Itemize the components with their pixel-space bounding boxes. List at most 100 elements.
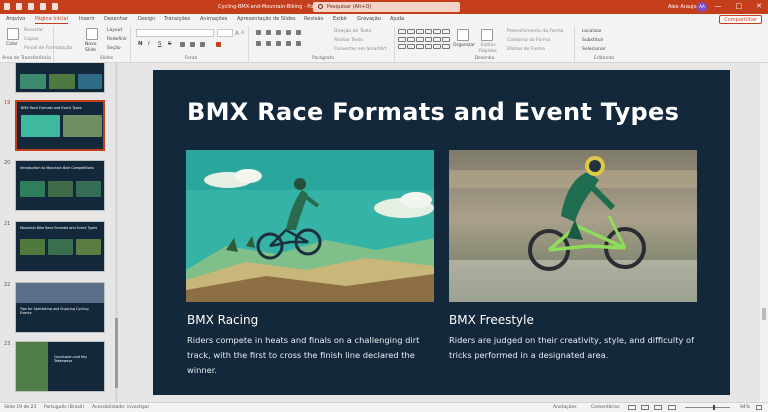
font-size-select[interactable]: [217, 29, 233, 37]
minimize-button[interactable]: —: [715, 3, 722, 10]
paste-icon[interactable]: [7, 28, 19, 40]
language-indicator[interactable]: Português (Brasil): [44, 405, 84, 410]
tab-desenhar[interactable]: Desenhar: [104, 16, 128, 22]
thumbnail-image[interactable]: Conclusion and Key Takeaways: [15, 341, 105, 392]
zoom-slider[interactable]: [685, 407, 730, 408]
tab-pagina-inicial[interactable]: Página Inicial: [35, 16, 68, 24]
new-slide-label-1[interactable]: Novo: [85, 42, 97, 47]
tab-transicoes[interactable]: Transições: [164, 16, 190, 22]
underline-button[interactable]: S: [158, 41, 162, 47]
present-icon[interactable]: [52, 3, 58, 10]
thumbnail-image[interactable]: Tips for Spectating and Enjoying Cycling…: [15, 282, 105, 333]
slide-sorter-icon[interactable]: [641, 405, 649, 410]
align-right-icon[interactable]: [276, 41, 281, 46]
strikethrough-button[interactable]: S: [168, 41, 172, 47]
bmx-racing-image[interactable]: [186, 150, 434, 302]
redo-icon[interactable]: [40, 3, 46, 10]
bmx-racing-heading[interactable]: BMX Racing: [187, 313, 258, 327]
share-button[interactable]: Compartilhar: [719, 15, 762, 24]
copy-button[interactable]: Copiar: [24, 37, 39, 42]
slide-title[interactable]: BMX Race Formats and Event Types: [187, 98, 679, 126]
thumbnail-image[interactable]: BMX Race Formats and Event Types: [15, 100, 105, 151]
quick-styles-label-2[interactable]: Rápidos: [479, 49, 497, 54]
shape-outline-button[interactable]: Contorno da Forma: [507, 38, 550, 43]
tab-arquivo[interactable]: Arquivo: [6, 16, 25, 22]
normal-view-icon[interactable]: [628, 405, 636, 410]
bullets-icon[interactable]: [256, 30, 261, 35]
grow-font-button[interactable]: A: [235, 30, 239, 37]
arrange-button[interactable]: Organizar: [453, 43, 475, 48]
line-spacing-icon[interactable]: [296, 30, 301, 35]
find-button[interactable]: Localizar: [582, 29, 602, 34]
shadow-icon[interactable]: [180, 42, 185, 47]
arrange-icon[interactable]: [457, 29, 469, 41]
increase-indent-icon[interactable]: [286, 30, 291, 35]
fit-to-window-icon[interactable]: [756, 405, 762, 410]
user-name[interactable]: Alex Araujo: [668, 4, 697, 10]
justify-icon[interactable]: [286, 41, 291, 46]
autosave-icon[interactable]: [4, 3, 10, 10]
bmx-freestyle-description[interactable]: Riders are judged on their creativity, s…: [449, 333, 704, 363]
tab-gravacao[interactable]: Gravação: [357, 16, 381, 22]
paste-label[interactable]: Colar: [6, 42, 18, 47]
replace-button[interactable]: Substituir: [582, 38, 604, 43]
shrink-font-button[interactable]: A: [241, 31, 244, 36]
save-icon[interactable]: [16, 3, 22, 10]
layout-button[interactable]: Layout: [107, 28, 122, 33]
bmx-freestyle-image[interactable]: [449, 150, 697, 302]
smartart-button[interactable]: Converter em SmartArt: [334, 47, 387, 52]
bold-button[interactable]: N: [138, 41, 143, 47]
select-button[interactable]: Selecionar: [582, 47, 606, 52]
align-center-icon[interactable]: [266, 41, 271, 46]
case-icon[interactable]: [200, 42, 205, 47]
bmx-freestyle-heading[interactable]: BMX Freestyle: [449, 313, 534, 327]
editor-scrollbar-thumb[interactable]: [762, 308, 766, 320]
section-button[interactable]: Seção: [107, 46, 121, 51]
tab-ajuda[interactable]: Ajuda: [390, 16, 404, 22]
thumbnail-image[interactable]: Mountain Bike Race Formats and Event Typ…: [15, 221, 105, 272]
zoom-level[interactable]: 94%: [740, 405, 750, 410]
search-box[interactable]: Pesquisar (Alt+Q): [313, 2, 460, 12]
tab-revisao[interactable]: Revisão: [304, 16, 323, 22]
decrease-indent-icon[interactable]: [276, 30, 281, 35]
tab-apresentacao[interactable]: Apresentação de Slides: [237, 16, 296, 22]
zoom-slider-handle[interactable]: [713, 405, 715, 410]
quick-styles-icon[interactable]: [481, 29, 493, 41]
new-slide-icon[interactable]: [86, 28, 98, 40]
quick-styles-label-1[interactable]: Estilos: [481, 43, 496, 48]
thumbnail-image[interactable]: Introduction to Mountain Bike Competitio…: [15, 160, 105, 211]
avatar[interactable]: AA: [697, 2, 707, 12]
undo-icon[interactable]: [28, 3, 34, 10]
cut-button[interactable]: Recortar: [24, 28, 43, 33]
close-button[interactable]: ✕: [756, 3, 762, 10]
reading-view-icon[interactable]: [654, 405, 662, 410]
new-slide-label-2[interactable]: Slide: [85, 48, 96, 53]
align-text-button[interactable]: Alinhar Texto: [334, 38, 363, 43]
reset-button[interactable]: Redefinir: [107, 37, 127, 42]
numbering-icon[interactable]: [266, 30, 271, 35]
shapes-gallery[interactable]: [398, 29, 450, 51]
slide-canvas[interactable]: BMX Race Formats and Event Types BMX Rac…: [153, 70, 730, 395]
comments-button[interactable]: Comentários: [591, 405, 620, 410]
tab-design[interactable]: Design: [138, 16, 155, 22]
shape-effects-button[interactable]: Efeitos de Forma: [507, 47, 545, 52]
italic-button[interactable]: I: [148, 41, 150, 47]
align-left-icon[interactable]: [256, 41, 261, 46]
tab-animacoes[interactable]: Animações: [200, 16, 227, 22]
tab-inserir[interactable]: Inserir: [79, 16, 95, 22]
accessibility-indicator[interactable]: Acessibilidade: investigar: [92, 405, 149, 410]
slideshow-icon[interactable]: [668, 405, 676, 410]
tab-exibir[interactable]: Exibir: [333, 16, 347, 22]
font-name-select[interactable]: [136, 29, 214, 37]
notes-button[interactable]: Anotações: [553, 405, 577, 410]
columns-icon[interactable]: [296, 41, 301, 46]
font-color-icon[interactable]: [216, 42, 221, 47]
bmx-racing-description[interactable]: Riders compete in heats and finals on a …: [187, 333, 442, 378]
maximize-button[interactable]: □: [736, 3, 743, 10]
shape-fill-button[interactable]: Preenchimento da Forma: [507, 29, 563, 34]
editor-scrollbar[interactable]: [760, 63, 768, 402]
format-painter-button[interactable]: Pincel de Formatação: [24, 46, 72, 51]
thumbnail-image[interactable]: [15, 63, 105, 93]
text-direction-button[interactable]: Direção do Texto: [334, 29, 372, 34]
spacing-icon[interactable]: [190, 42, 195, 47]
